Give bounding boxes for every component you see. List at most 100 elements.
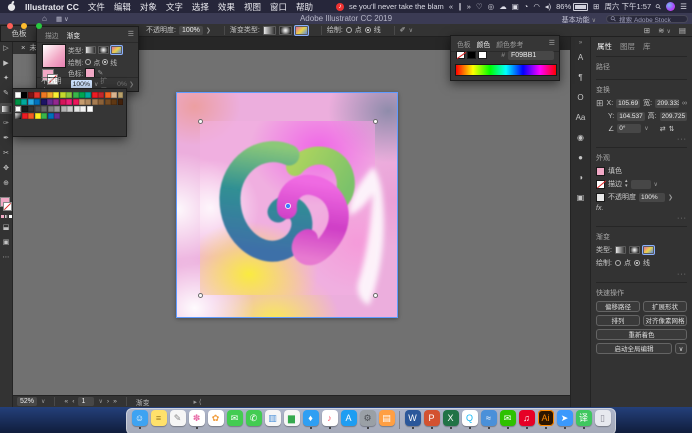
adobe-stock-search-input[interactable]: ⚲ 搜索 Adobe Stock	[606, 14, 688, 24]
dock-photos[interactable]: ✽	[188, 410, 205, 429]
wifi-icon[interactable]: ◠	[533, 0, 540, 13]
artboard-dropdown-icon[interactable]: ∨	[98, 398, 102, 405]
tab-libraries[interactable]: 库	[643, 41, 651, 52]
calendar-grid-icon[interactable]: ⊞	[593, 0, 599, 13]
color-panel-icon[interactable]: ●	[578, 153, 583, 163]
swatch-chip[interactable]	[54, 113, 60, 119]
now-playing-icon[interactable]: ♪	[335, 2, 344, 11]
gradient-preview-swatch[interactable]	[42, 44, 66, 68]
last-artboard-icon[interactable]: »	[113, 398, 117, 405]
swatch-chip[interactable]	[86, 106, 93, 112]
swatch-chip[interactable]	[98, 99, 105, 105]
swatch-chip[interactable]	[59, 92, 66, 98]
dock-illustrator[interactable]: Ai	[537, 410, 554, 429]
radial-gradient-button[interactable]	[278, 25, 292, 35]
gradient-tool[interactable]	[0, 103, 12, 114]
swatch-chip[interactable]	[21, 106, 28, 112]
eyedropper-tool[interactable]: ✑	[0, 118, 12, 129]
draw-lines-radio[interactable]	[102, 59, 109, 65]
first-artboard-icon[interactable]: «	[64, 398, 68, 405]
menu-item-0[interactable]: 文件	[88, 1, 105, 13]
fill-color-chip[interactable]	[596, 166, 605, 176]
swatch-chip[interactable]	[111, 99, 117, 105]
tab-stroke[interactable]: 描边	[45, 30, 59, 40]
hex-value-field[interactable]: F09BB1	[508, 51, 554, 60]
freeform-gradient-button[interactable]	[641, 245, 655, 255]
artboard[interactable]	[176, 92, 398, 318]
dock-grab[interactable]: ▥	[264, 410, 281, 429]
tab-properties[interactable]: 属性	[597, 41, 612, 52]
color-spectrum-bar[interactable]	[455, 64, 557, 76]
dock-screen-share[interactable]: ➤	[556, 410, 573, 429]
swatch-chip[interactable]	[21, 113, 28, 119]
battery-indicator[interactable]: 86%	[556, 2, 589, 11]
dock-gallery[interactable]: ✿	[207, 410, 224, 429]
spotlight-search-icon[interactable]: ⚲	[654, 2, 664, 12]
dock-powerpoint[interactable]: P	[423, 410, 440, 429]
dock-system-preferences[interactable]: ⚙	[359, 410, 376, 429]
close-tab-icon[interactable]: ×	[21, 43, 25, 52]
artboard-number-field[interactable]: 1	[78, 397, 95, 406]
dock-numbers[interactable]: ▆	[283, 410, 300, 429]
opacity-field[interactable]: 100%	[178, 25, 203, 35]
flip-horizontal-icon[interactable]: ⇄	[660, 125, 666, 133]
menu-extra-notify-icon[interactable]: ◔	[524, 0, 529, 13]
global-edit-button[interactable]: 启动全局编辑	[596, 343, 672, 354]
swatch-chip[interactable]	[66, 99, 73, 105]
expand-panels-icon[interactable]: »	[579, 40, 582, 46]
swatch-chip[interactable]	[104, 99, 111, 105]
dock-notes[interactable]: ≡	[150, 410, 167, 429]
dock-excel[interactable]: X	[442, 410, 459, 429]
swatch-chip[interactable]	[80, 106, 86, 112]
freeform-gradient-button[interactable]	[293, 24, 309, 36]
stroke-width-stepper[interactable]: ▴ ▾	[625, 179, 628, 189]
draw-lines-radio[interactable]	[633, 260, 640, 266]
swatch-chip[interactable]	[98, 92, 105, 98]
recolor-button[interactable]: 重新着色	[596, 329, 687, 340]
gradient-corner-handle[interactable]	[372, 118, 378, 124]
color-mode-gradient[interactable]	[4, 215, 8, 218]
swatch-chip[interactable]	[91, 92, 98, 98]
swatch-chip[interactable]	[15, 113, 21, 119]
swatch-chip[interactable]	[41, 106, 47, 112]
selection-tool[interactable]: ▷	[0, 43, 12, 54]
next-artboard-icon[interactable]: ›	[107, 398, 109, 405]
dock-books[interactable]: ▤	[378, 410, 395, 429]
previous-artboard-icon[interactable]: ‹	[72, 398, 74, 405]
swatch-chip[interactable]	[104, 92, 111, 98]
swatch-chip[interactable]	[79, 92, 85, 98]
swatch-chip[interactable]	[28, 113, 34, 119]
x-position-field[interactable]: 105.69 p	[616, 98, 641, 108]
swatch-chip[interactable]	[72, 99, 79, 105]
swatch-chip[interactable]	[34, 99, 41, 105]
siri-icon[interactable]	[666, 2, 676, 11]
character-panel-icon[interactable]: A	[578, 53, 583, 63]
fill-stroke-proxy[interactable]	[0, 197, 12, 211]
dock-qq[interactable]: Q	[461, 410, 478, 429]
y-position-field[interactable]: 104.537	[617, 111, 645, 121]
color-mode-none[interactable]	[8, 215, 12, 218]
swatch-chip[interactable]	[40, 92, 47, 98]
panel-options-icon[interactable]: ▤	[679, 26, 686, 35]
magic-wand-tool[interactable]: ✦	[0, 73, 12, 84]
swatch-chip[interactable]	[117, 92, 124, 98]
panel-menu-icon[interactable]: ☰	[128, 30, 134, 38]
gradient-corner-handle[interactable]	[197, 292, 203, 298]
black-color-chip[interactable]	[467, 51, 476, 59]
draw-lines-radio[interactable]	[364, 27, 371, 33]
tab-swatches[interactable]: 色板	[457, 39, 471, 49]
white-color-chip[interactable]	[478, 51, 487, 59]
swatch-chip[interactable]	[47, 106, 54, 112]
menu-item-8[interactable]: 帮助	[296, 1, 313, 13]
gradient-corner-handle[interactable]	[197, 118, 203, 124]
color-mode-buttons[interactable]	[0, 215, 12, 218]
none-color-chip[interactable]	[456, 51, 465, 59]
swatch-chip[interactable]	[79, 99, 85, 105]
dock-proxy-app[interactable]: ≈	[480, 410, 497, 429]
freeform-gradient-button[interactable]	[110, 45, 124, 55]
tab-color-guide[interactable]: 颜色参考	[496, 39, 523, 49]
menu-extra-record-icon[interactable]: ◎	[488, 0, 495, 13]
zoom-dropdown-icon[interactable]: ∨	[41, 398, 45, 405]
minimize-window-button[interactable]	[21, 22, 28, 29]
scissors-tool[interactable]: ✂	[0, 148, 12, 159]
